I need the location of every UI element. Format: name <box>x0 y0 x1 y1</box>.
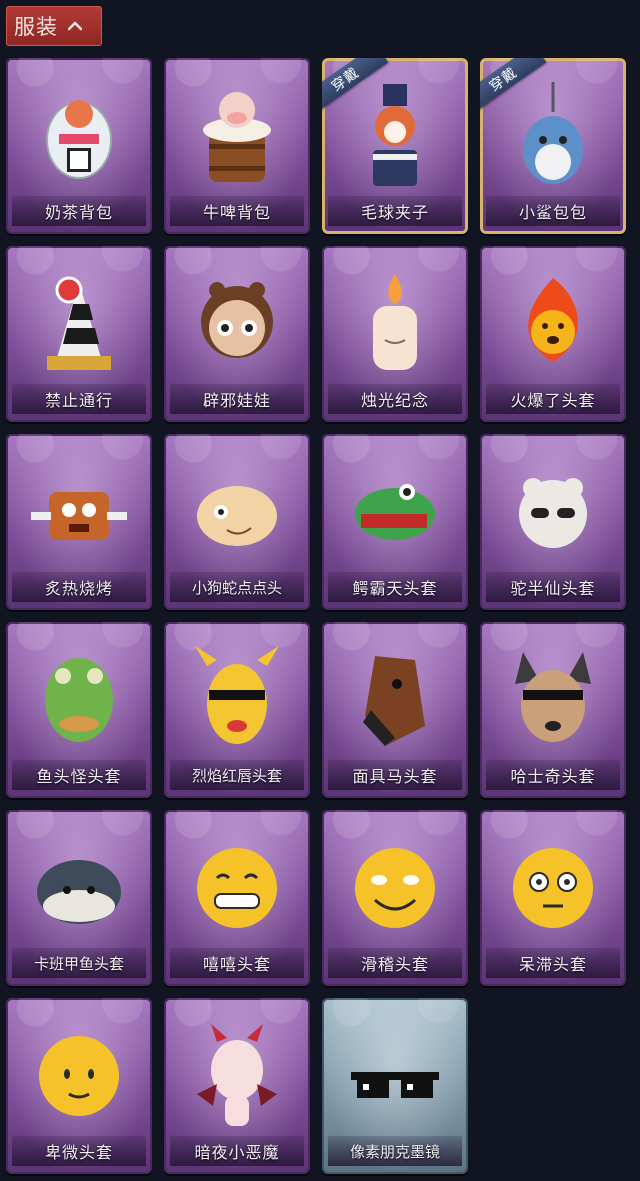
card-name-bar: 烈焰红唇头套 <box>170 760 304 790</box>
milk-tea-bag-icon <box>46 100 112 179</box>
outfit-card[interactable]: 烛光纪念 <box>322 246 468 422</box>
card-name-bar: 鱼头怪头套 <box>12 760 146 790</box>
outfit-page: 服装 奶茶背包 牛啤背包 穿戴 毛球夹子 穿戴 小鲨包包禁止通行 辟邪娃娃 烛光纪念 火爆了头套… <box>0 0 640 1181</box>
outfit-card[interactable]: 暗夜小恶魔 <box>164 998 310 1174</box>
candle-icon <box>373 274 417 370</box>
section-title: 服装 <box>14 15 58 39</box>
item-name: 鱼头怪头套 <box>36 767 122 786</box>
outfit-card[interactable]: 穿戴 毛球夹子 <box>322 58 468 234</box>
card-name-bar: 烛光纪念 <box>328 384 462 414</box>
card-name-bar: 辟邪娃娃 <box>170 384 304 414</box>
item-name: 小狗蛇点点头 <box>191 578 282 597</box>
item-name: 卑微头套 <box>44 1143 113 1162</box>
husky-head-icon <box>515 652 591 742</box>
item-name: 面具马头套 <box>352 767 438 786</box>
outfit-card[interactable]: 呆滞头套 <box>480 810 626 986</box>
outfit-card[interactable]: 穿戴 小鲨包包 <box>480 58 626 234</box>
outfit-card[interactable]: 驼半仙头套 <box>480 434 626 610</box>
item-name: 辟邪娃娃 <box>202 391 271 410</box>
outfit-card[interactable]: 滑稽头套 <box>322 810 468 986</box>
devil-head-icon <box>197 1024 277 1126</box>
card-name-bar: 像素朋克墨镜 <box>328 1136 462 1166</box>
item-name: 小鲨包包 <box>518 203 587 222</box>
crocodile-head-icon <box>355 484 435 540</box>
outfit-card[interactable]: 炙热烧烤 <box>6 434 152 610</box>
item-name: 卡班甲鱼头套 <box>33 954 124 973</box>
outfit-card[interactable]: 嘻嘻头套 <box>164 810 310 986</box>
traffic-cone-icon <box>47 276 111 370</box>
item-name: 禁止通行 <box>44 391 113 410</box>
item-name: 暗夜小恶魔 <box>194 1143 280 1162</box>
outfit-card[interactable]: 烈焰红唇头套 <box>164 622 310 798</box>
outfit-card[interactable]: 鱼头怪头套 <box>6 622 152 798</box>
shark-bag-icon <box>523 82 583 184</box>
card-name-bar: 呆滞头套 <box>486 948 620 978</box>
pixel-sunglasses-icon <box>351 1072 439 1098</box>
outfit-card[interactable]: 奶茶背包 <box>6 58 152 234</box>
outfit-card[interactable]: 鳄霸天头套 <box>322 434 468 610</box>
item-name: 鳄霸天头套 <box>352 579 438 598</box>
item-name: 牛啤背包 <box>202 203 271 222</box>
card-name-bar: 禁止通行 <box>12 384 146 414</box>
card-name-bar: 滑稽头套 <box>328 948 462 978</box>
item-name: 哈士奇头套 <box>510 767 596 786</box>
item-name: 滑稽头套 <box>360 955 429 974</box>
outfit-card[interactable]: 火爆了头套 <box>480 246 626 422</box>
outfit-card[interactable]: 禁止通行 <box>6 246 152 422</box>
item-name: 像素朋克墨镜 <box>349 1142 440 1161</box>
item-name: 烛光纪念 <box>360 391 429 410</box>
fire-head-icon <box>528 278 578 362</box>
red-panda-drummer-icon <box>373 84 417 186</box>
outfit-card[interactable]: 卡班甲鱼头套 <box>6 810 152 986</box>
horse-head-icon <box>363 656 425 746</box>
item-name: 烈焰红唇头套 <box>191 766 282 785</box>
dazed-emoji-icon <box>513 848 593 928</box>
fish-head-icon <box>45 658 113 742</box>
outfit-card[interactable]: 辟邪娃娃 <box>164 246 310 422</box>
doll-head-icon <box>201 282 273 358</box>
card-name-bar: 嘻嘻头套 <box>170 948 304 978</box>
card-name-bar: 牛啤背包 <box>170 196 304 226</box>
outfit-card[interactable]: 牛啤背包 <box>164 58 310 234</box>
card-name-bar: 鳄霸天头套 <box>328 572 462 602</box>
card-name-bar: 小狗蛇点点头 <box>170 572 304 602</box>
funny-emoji-icon <box>355 848 435 928</box>
turtle-head-icon <box>37 860 121 924</box>
bbq-meat-icon <box>31 492 127 540</box>
card-name-bar: 小鲨包包 <box>486 196 620 226</box>
outfit-card[interactable]: 像素朋克墨镜 <box>322 998 468 1174</box>
outfit-card[interactable]: 面具马头套 <box>322 622 468 798</box>
cow-beer-barrel-icon <box>203 92 271 182</box>
card-name-bar: 卡班甲鱼头套 <box>12 948 146 978</box>
item-name: 嘻嘻头套 <box>202 955 271 974</box>
card-name-bar: 炙热烧烤 <box>12 572 146 602</box>
card-name-bar: 驼半仙头套 <box>486 572 620 602</box>
item-name: 毛球夹子 <box>360 203 429 222</box>
humble-emoji-icon <box>39 1036 119 1116</box>
item-name: 炙热烧烤 <box>44 579 113 598</box>
yellow-mask-icon <box>195 646 279 744</box>
card-name-bar: 面具马头套 <box>328 760 462 790</box>
item-name: 奶茶背包 <box>44 203 113 222</box>
card-name-bar: 哈士奇头套 <box>486 760 620 790</box>
snake-head-icon <box>197 486 277 546</box>
item-name: 呆滞头套 <box>518 955 587 974</box>
alpaca-head-icon <box>519 478 587 548</box>
outfit-card[interactable]: 小狗蛇点点头 <box>164 434 310 610</box>
section-header-outfit[interactable]: 服装 <box>6 6 102 46</box>
card-name-bar: 火爆了头套 <box>486 384 620 414</box>
card-name-bar: 卑微头套 <box>12 1136 146 1166</box>
card-name-bar: 毛球夹子 <box>328 196 462 226</box>
outfit-card[interactable]: 哈士奇头套 <box>480 622 626 798</box>
card-name-bar: 奶茶背包 <box>12 196 146 226</box>
grin-emoji-icon <box>197 848 277 928</box>
outfit-card[interactable]: 卑微头套 <box>6 998 152 1174</box>
card-name-bar: 暗夜小恶魔 <box>170 1136 304 1166</box>
item-name: 火爆了头套 <box>510 391 596 410</box>
chevron-up-icon <box>68 21 82 31</box>
item-name: 驼半仙头套 <box>510 579 596 598</box>
